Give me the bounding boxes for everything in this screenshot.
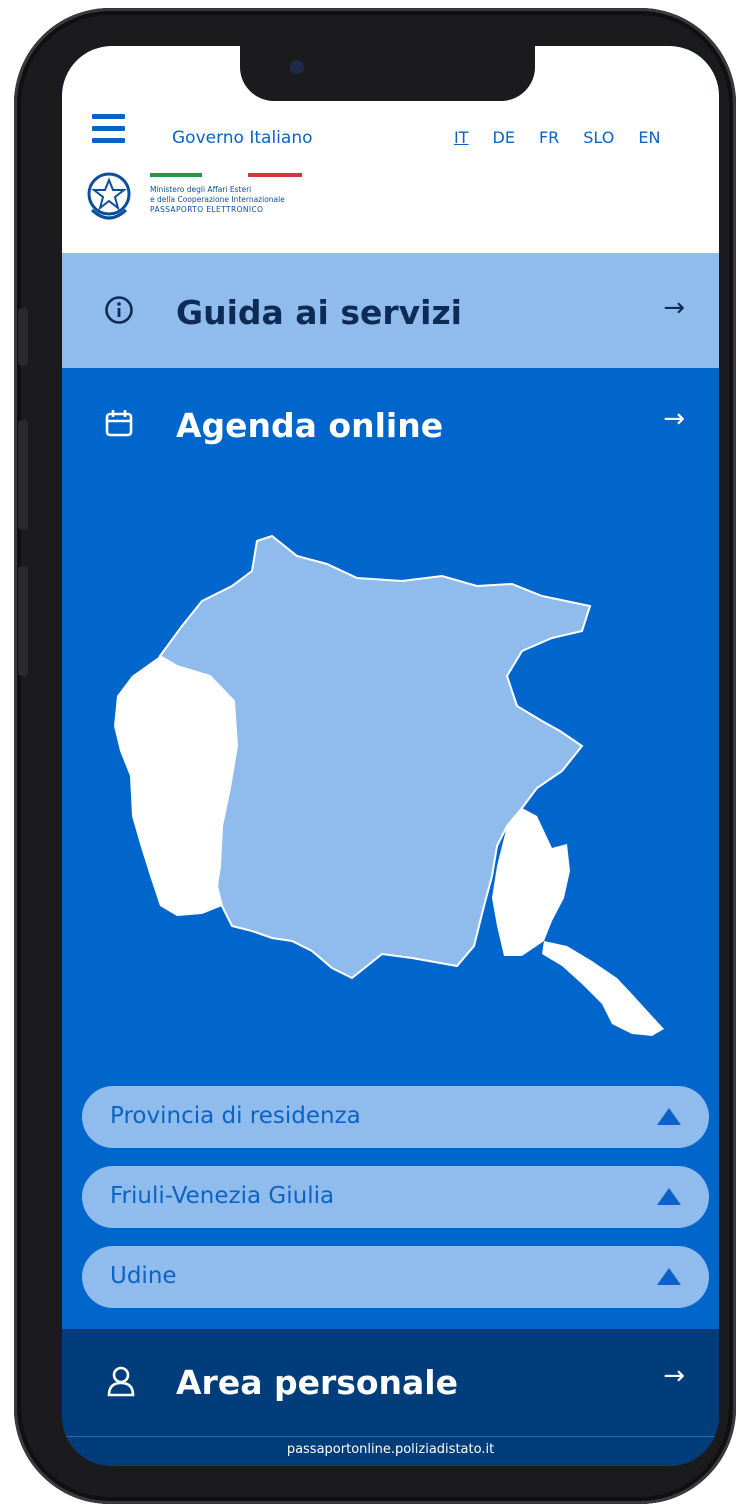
- guida-ai-servizi-row[interactable]: Guida ai servizi →: [62, 253, 719, 368]
- provincia-residenza-select[interactable]: Provincia di residenza: [82, 1086, 709, 1148]
- phone-screen: Governo Italiano IT DE FR SLO EN Ministe…: [62, 46, 719, 1466]
- arrow-right-icon: →: [663, 293, 685, 323]
- ministry-name-line1: Ministero degli Affari Esteri: [150, 185, 252, 194]
- url-text: passaportonline.poliziadistato.it: [286, 1442, 495, 1457]
- governo-italiano-link[interactable]: Governo Italiano: [172, 128, 313, 148]
- arrow-right-icon: →: [663, 1361, 685, 1391]
- language-switcher: IT DE FR SLO EN: [454, 128, 660, 147]
- triangle-up-icon: [657, 1108, 681, 1125]
- side-button-volume-up: [18, 420, 28, 530]
- service-name: PASSAPORTO ELETTRONICO: [150, 205, 264, 214]
- flag-stripes: [150, 173, 330, 177]
- select-value: Udine: [110, 1263, 177, 1289]
- browser-url-bar[interactable]: passaportonline.poliziadistato.it: [62, 1436, 719, 1466]
- info-icon: [105, 296, 133, 324]
- ministry-logo: Ministero degli Affari Esteri e della Co…: [150, 173, 330, 215]
- lang-fr[interactable]: FR: [539, 128, 559, 147]
- lang-it[interactable]: IT: [454, 128, 469, 147]
- side-button-volume-down: [18, 566, 28, 676]
- ministry-name-line2: e della Cooperazione Internazionale: [150, 195, 285, 204]
- lang-slo[interactable]: SLO: [583, 128, 614, 147]
- select-group: Provincia di residenza Friuli-Venezia Gi…: [82, 1086, 709, 1326]
- area-personale-row[interactable]: Area personale →: [62, 1329, 719, 1436]
- regione-select[interactable]: Friuli-Venezia Giulia: [82, 1166, 709, 1228]
- select-value: Provincia di residenza: [110, 1103, 361, 1129]
- agenda-online-row[interactable]: Agenda online →: [62, 368, 719, 478]
- arrow-right-icon: →: [663, 404, 685, 434]
- triangle-up-icon: [657, 1188, 681, 1205]
- side-button-mute: [18, 308, 28, 366]
- area-personale-label: Area personale: [176, 1363, 458, 1402]
- province-trieste[interactable]: [542, 941, 664, 1036]
- republic-emblem-icon: [87, 172, 131, 220]
- user-icon: [107, 1366, 135, 1397]
- provincia-select[interactable]: Udine: [82, 1246, 709, 1308]
- lang-en[interactable]: EN: [638, 128, 660, 147]
- notch: [240, 46, 535, 101]
- guida-label: Guida ai servizi: [176, 293, 462, 332]
- calendar-icon: [105, 410, 133, 437]
- agenda-label: Agenda online: [176, 406, 444, 445]
- triangle-up-icon: [657, 1268, 681, 1285]
- select-value: Friuli-Venezia Giulia: [110, 1183, 335, 1209]
- camera: [290, 60, 304, 74]
- region-map: [114, 534, 664, 1036]
- lang-de[interactable]: DE: [493, 128, 515, 147]
- hamburger-menu-icon[interactable]: [92, 114, 125, 144]
